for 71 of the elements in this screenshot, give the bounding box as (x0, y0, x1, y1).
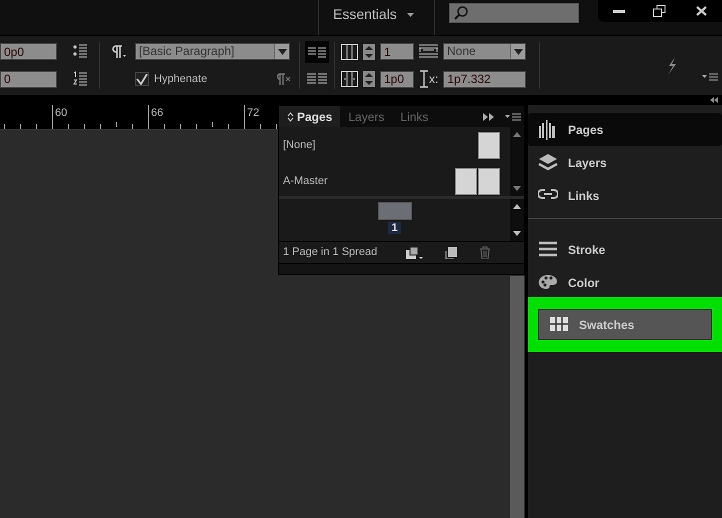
input-field[interactable]: 1 (380, 43, 414, 60)
scroll-down-icon[interactable] (512, 230, 522, 237)
minimize-icon (612, 10, 625, 12)
caret-icon (514, 48, 522, 55)
stepper-icon[interactable] (363, 44, 375, 60)
delete-icon[interactable] (479, 246, 491, 259)
paragraph-style-dropdown[interactable]: [Basic Paragraph] (135, 43, 290, 60)
collapse-icon[interactable] (710, 97, 718, 103)
scrollbar[interactable] (510, 199, 524, 241)
ruler-label: 60 (54, 107, 68, 119)
numbered-list-icon[interactable] (72, 71, 86, 88)
master-row[interactable]: [None] (279, 127, 510, 163)
pages-icon (538, 120, 558, 140)
dropdown-button[interactable] (510, 44, 525, 60)
panel-item[interactable]: Stroke (528, 233, 722, 266)
workspace-menu[interactable]: Essentials (333, 0, 414, 25)
panel-tab[interactable]: Pages (279, 106, 340, 127)
scrollbar[interactable] (510, 276, 524, 518)
expand-icon[interactable] (483, 112, 495, 120)
dropdown-button[interactable] (274, 44, 289, 60)
input-field[interactable]: 0p0 (0, 43, 57, 60)
panel-menu-icon[interactable] (505, 112, 521, 120)
checkbox-label: Hyphenate (154, 72, 208, 87)
panel-item[interactable]: Layers (528, 146, 722, 179)
checkbox[interactable] (135, 72, 149, 86)
ruler-label: 72 (246, 107, 260, 119)
page-thumbnail (455, 168, 477, 194)
input-field[interactable]: 0 (0, 70, 57, 88)
stroke-icon (538, 240, 558, 260)
bulleted-list-icon[interactable] (72, 44, 86, 60)
text-cursor-icon[interactable] (419, 70, 429, 88)
caret-icon (278, 48, 286, 55)
sort-icon (287, 112, 294, 122)
new-page-icon[interactable] (445, 246, 457, 258)
restore-icon (653, 5, 666, 17)
stepper-icon[interactable] (363, 71, 375, 88)
status-text: 1 Page in 1 Spread (283, 245, 378, 260)
page-number: 1 (388, 222, 401, 234)
gutter-icon[interactable] (341, 71, 358, 88)
panel-item[interactable]: Swatches (538, 309, 712, 340)
search-icon (454, 6, 468, 20)
scroll-down-icon[interactable] (512, 185, 522, 192)
page-thumbnail[interactable] (378, 202, 412, 220)
panel-tab[interactable]: Links (392, 106, 436, 127)
paragraph-clear-icon[interactable] (275, 73, 292, 86)
scroll-up-icon[interactable] (512, 203, 522, 210)
lightning-icon[interactable] (667, 56, 677, 74)
field-label: x: (429, 71, 438, 88)
panel-item[interactable]: Links (528, 179, 722, 212)
caret-icon (406, 12, 414, 16)
page-thumbnail (478, 168, 500, 194)
panel-item[interactable]: Pages (528, 113, 722, 146)
search-field[interactable] (448, 3, 579, 23)
input-field[interactable]: 1p0 (380, 70, 414, 88)
span-columns-icon[interactable] (419, 44, 438, 60)
panel-menu-icon[interactable] (702, 72, 718, 80)
input-field[interactable]: 1p7.332 (443, 70, 526, 88)
layers-icon (538, 152, 558, 172)
panel-grip[interactable] (279, 263, 524, 274)
panel-tab[interactable]: Layers (340, 106, 392, 127)
edit-page-size-icon[interactable] (405, 246, 423, 260)
master-row[interactable]: A-Master (279, 163, 510, 199)
paragraph-style-icon[interactable] (110, 44, 126, 59)
scrollbar[interactable] (510, 127, 524, 196)
justify-icon[interactable] (307, 73, 327, 86)
columns-icon[interactable] (341, 44, 358, 60)
align-icon[interactable] (305, 40, 329, 63)
close-icon (696, 6, 707, 16)
ruler-label: 66 (150, 107, 164, 119)
span-dropdown[interactable]: None (443, 43, 526, 60)
page-thumbnail (478, 132, 500, 158)
